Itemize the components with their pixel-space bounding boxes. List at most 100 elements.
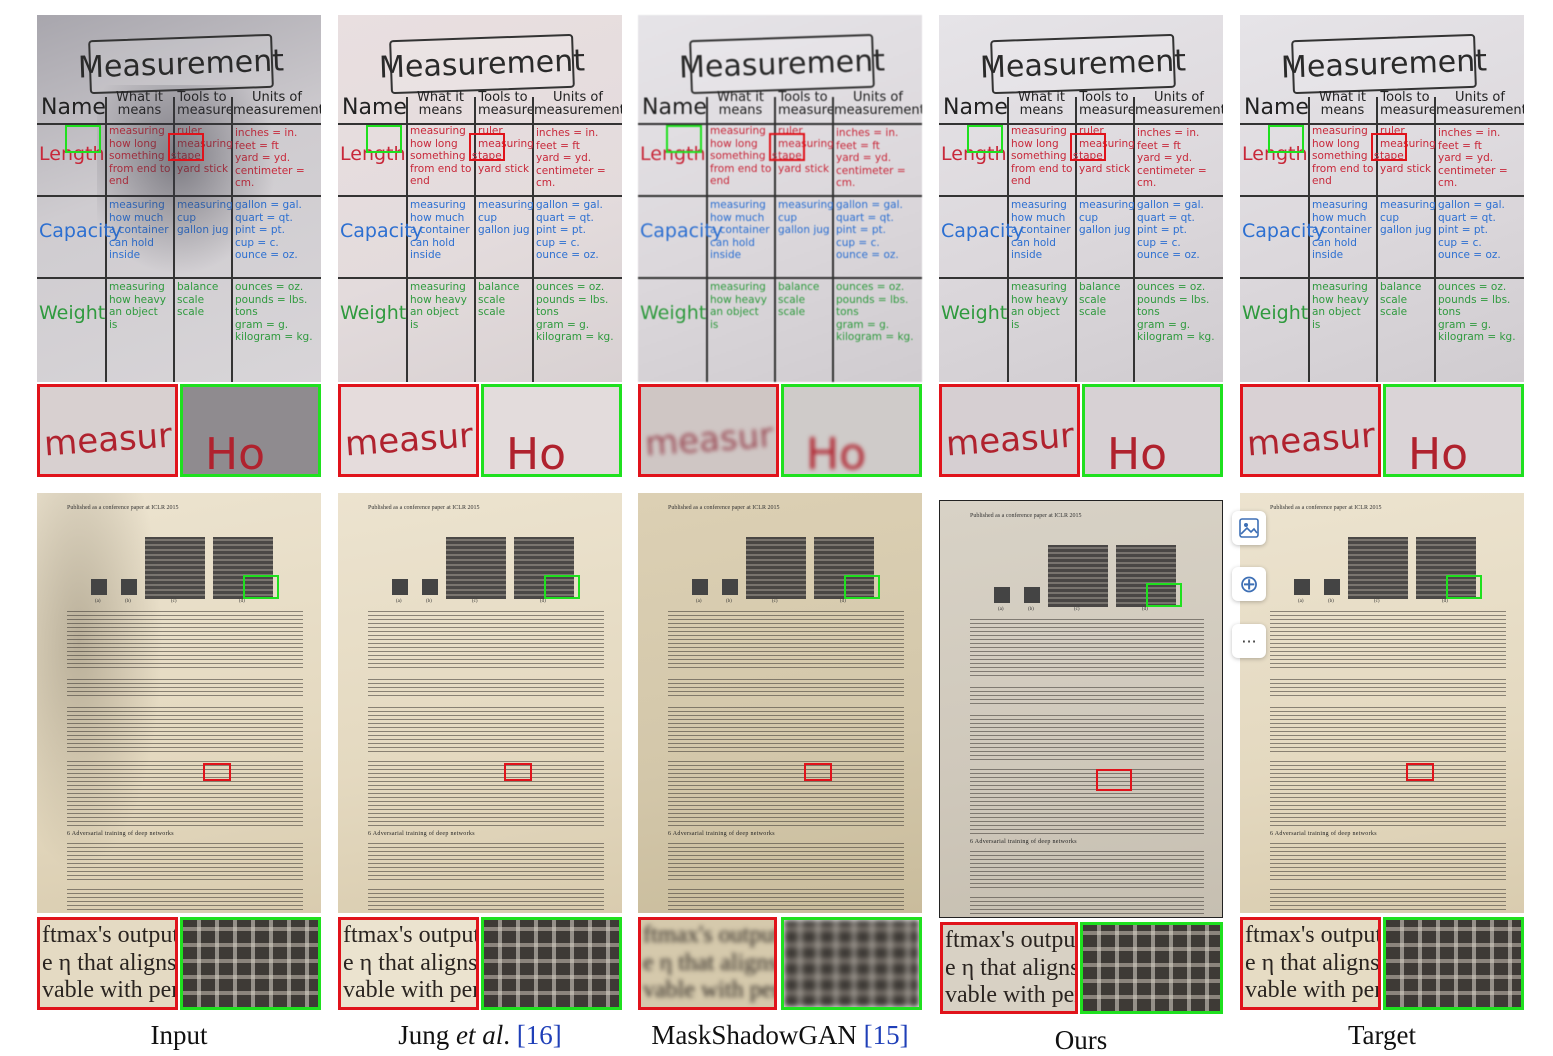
- header-what: What it means: [1018, 90, 1065, 118]
- chart-photo: Measurement Name What it means Tools to …: [1240, 15, 1524, 382]
- red-crop-box: [1070, 133, 1106, 161]
- cell-weight-units: ounces = oz. pounds = lbs. tons gram = g…: [536, 281, 614, 344]
- chart-photo: Measurement Name What it means Tools to …: [338, 15, 622, 382]
- header-tools: Tools to measure: [778, 90, 835, 118]
- cell-capacity-units: gallon = gal. quart = qt. pint = pt. cup…: [1137, 199, 1204, 262]
- cell-capacity-units: gallon = gal. quart = qt. pint = pt. cup…: [836, 199, 903, 262]
- green-crop-box: [243, 575, 279, 599]
- mnist-grid: [1048, 545, 1108, 607]
- green-crop-box: [1146, 583, 1182, 607]
- mnist-grid: [446, 537, 506, 599]
- row-label-weight: Weight: [941, 302, 1008, 324]
- zoom-red-text: measur: [643, 415, 775, 465]
- cell-weight-meaning: measuring how heavy an object is: [710, 281, 767, 331]
- doc-header: Published as a conference paper at ICLR …: [668, 505, 780, 511]
- header-what: What it means: [717, 90, 764, 118]
- digit-thumb: [722, 579, 738, 595]
- sublabel: (d): [239, 599, 245, 604]
- red-crop-box: [804, 763, 832, 781]
- green-crop-box: [666, 125, 702, 153]
- chart-title: Measurement: [979, 33, 1187, 95]
- zoom-red-doc: ftmax's output e η that aligns vable wit…: [338, 917, 479, 1010]
- text-block: [67, 707, 303, 755]
- cell-length-units: inches = in. feet = ft yard = yd. centim…: [836, 127, 906, 190]
- chart-photo: Measurement Name What it means Tools to …: [939, 15, 1223, 382]
- sublabel: (c): [472, 599, 478, 604]
- section-title: 6 Adversarial training of deep networks: [970, 839, 1077, 845]
- zoom-digits: [484, 920, 619, 1007]
- red-crop-box: [168, 133, 204, 161]
- section-title: 6 Adversarial training of deep networks: [1270, 831, 1377, 837]
- sublabel: (b): [125, 599, 131, 604]
- text-block: [1270, 679, 1506, 699]
- caption-jung: Jung et al. [16]: [398, 1020, 562, 1050]
- cell-capacity-tools: measuring cup gallon jug: [1079, 199, 1135, 237]
- cell-weight-units: ounces = oz. pounds = lbs. tons gram = g…: [1438, 281, 1516, 344]
- sublabel: (b): [426, 599, 432, 604]
- header-units: Units of measurement: [834, 90, 922, 118]
- sublabel: (a): [95, 599, 101, 604]
- header-units: Units of measurement: [1436, 90, 1524, 118]
- text-block: [668, 611, 904, 669]
- text-block: [67, 611, 303, 669]
- header-tools: Tools to measure: [177, 90, 234, 118]
- zoom-green-doc: [481, 917, 622, 1010]
- caption-input: Input: [150, 1020, 208, 1050]
- cell-length-meaning: measuring how long something is from end…: [1312, 125, 1380, 188]
- text-block: [67, 761, 303, 827]
- digit-thumb: [1324, 579, 1340, 595]
- document-photo: Published as a conference paper at ICLR …: [37, 493, 321, 913]
- grid-line: [1240, 195, 1524, 197]
- doc-header: Published as a conference paper at ICLR …: [970, 513, 1082, 519]
- text-block: [368, 843, 604, 883]
- zoom-red-doc: ftmax's output e η that aligns vable wit…: [37, 917, 178, 1010]
- image-icon[interactable]: [1232, 511, 1266, 545]
- zoom-digits: [784, 920, 919, 1007]
- red-crop-box: [1096, 769, 1132, 791]
- cell-weight-tools: balance scale scale: [177, 281, 219, 319]
- text-block: [67, 843, 303, 883]
- grid-line: [1240, 277, 1524, 279]
- header-name: Name: [943, 95, 1008, 120]
- chart-photo: Measurement Name What it means Tools to …: [37, 15, 321, 382]
- text-block: [368, 679, 604, 699]
- chart-title: Measurement: [378, 33, 586, 95]
- text-block: [1270, 707, 1506, 755]
- zoom-red: measur: [338, 384, 479, 477]
- text-block: [368, 707, 604, 755]
- sublabel: (c): [1074, 607, 1080, 612]
- chart-title: Measurement: [678, 33, 886, 95]
- sublabel: (a): [696, 599, 702, 604]
- cell-capacity-meaning: measuring how much a container can hold …: [410, 199, 470, 262]
- more-icon[interactable]: ···: [1232, 624, 1266, 658]
- zoom-green-text: Ho: [1107, 429, 1168, 477]
- cell-capacity-tools: measuring cup gallon jug: [478, 199, 534, 237]
- green-crop-box: [1446, 575, 1482, 599]
- zoom-in-icon[interactable]: ⊕: [1232, 567, 1266, 601]
- cell-weight-units: ounces = oz. pounds = lbs. tons gram = g…: [1137, 281, 1215, 344]
- green-crop-box: [844, 575, 880, 599]
- zoom-green-doc: [180, 917, 321, 1010]
- document-photo: Published as a conference paper at ICLR …: [338, 493, 622, 913]
- sublabel: (b): [726, 599, 732, 604]
- chart-title: Measurement: [1280, 33, 1488, 95]
- header-tools: Tools to measure: [1079, 90, 1136, 118]
- text-block: [1270, 843, 1506, 883]
- zoom-red-text: measur: [42, 415, 174, 465]
- text-block: [1270, 889, 1506, 911]
- grid-line: [338, 195, 622, 197]
- sublabel: (a): [396, 599, 402, 604]
- zoom-red-text: measur: [343, 415, 475, 465]
- text-block: [1270, 611, 1506, 669]
- sublabel: (a): [998, 607, 1004, 612]
- section-title: 6 Adversarial training of deep networks: [668, 831, 775, 837]
- digit-thumb: [994, 587, 1010, 603]
- cell-length-units: inches = in. feet = ft yard = yd. centim…: [235, 127, 305, 190]
- chart-photo: Measurement Name What it means Tools to …: [638, 15, 922, 382]
- text-block: [1270, 761, 1506, 827]
- cell-weight-units: ounces = oz. pounds = lbs. tons gram = g…: [836, 281, 914, 344]
- sublabel: (d): [540, 599, 546, 604]
- text-block: [668, 679, 904, 699]
- zoom-green-doc: [1080, 922, 1223, 1014]
- digit-thumb: [121, 579, 137, 595]
